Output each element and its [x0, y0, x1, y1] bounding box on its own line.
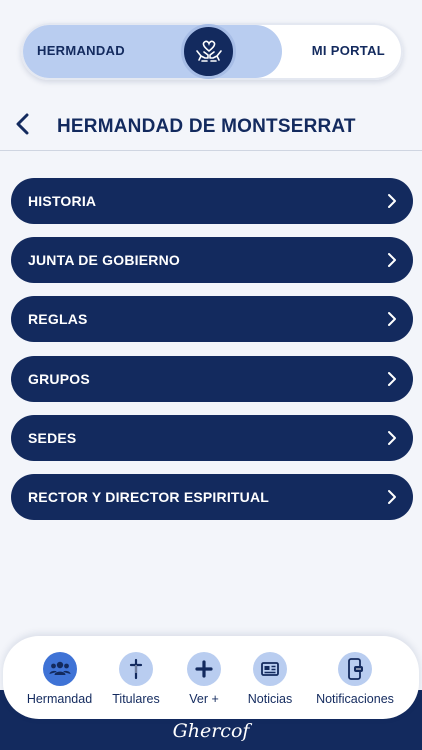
menu-item-label: SEDES: [28, 429, 77, 446]
tab-label: Notificaciones: [316, 692, 394, 706]
tab-hermandad[interactable]: Hermandad: [26, 652, 93, 706]
tab-label: Titulares: [112, 692, 160, 706]
toggle-mi-portal-label[interactable]: MI PORTAL: [312, 43, 385, 58]
cross-icon: [119, 652, 153, 686]
back-button[interactable]: [10, 110, 34, 138]
menu-item-label: GRUPOS: [28, 370, 90, 387]
tab-noticias[interactable]: Noticias: [244, 652, 296, 706]
toggle-knob[interactable]: [181, 24, 236, 79]
menu-item-grupos[interactable]: GRUPOS: [11, 355, 413, 402]
menu-item-label: JUNTA DE GOBIERNO: [28, 252, 180, 269]
bottom-tab-bar: Hermandad Titulares Ver + Noticias Notif…: [3, 636, 419, 719]
menu-item-sedes[interactable]: SEDES: [11, 414, 413, 461]
menu-item-label: HISTORIA: [28, 193, 97, 209]
tab-notificaciones[interactable]: Notificaciones: [311, 652, 399, 706]
tab-label: Hermandad: [26, 692, 93, 706]
chevron-right-icon: [388, 430, 396, 445]
menu-item-label: REGLAS: [28, 311, 88, 328]
tab-ver-mas[interactable]: Ver +: [184, 652, 224, 706]
page-title: HERMANDAD DE MONTSERRAT: [57, 116, 356, 137]
toggle-hermandad-label[interactable]: HERMANDAD: [37, 43, 125, 58]
menu-item-historia[interactable]: HISTORIA: [11, 178, 413, 224]
menu-item-reglas[interactable]: REGLAS: [11, 296, 413, 343]
menu-item-rector-y-director-espiritual[interactable]: RECTOR Y DIRECTOR ESPIRITUAL: [11, 473, 413, 520]
phone-notification-icon: [338, 652, 372, 686]
menu-list: HISTORIA JUNTA DE GOBIERNO REGLAS GRUPOS…: [11, 178, 413, 533]
brand-logo: Ghercof: [172, 720, 250, 742]
chevron-right-icon: [388, 194, 396, 208]
chevron-right-icon: [388, 371, 396, 386]
heart-hands-icon: [195, 40, 222, 62]
header: HERMANDAD DE MONTSERRAT: [0, 104, 422, 151]
plus-icon: [187, 652, 221, 686]
chevron-right-icon: [388, 312, 396, 327]
menu-item-label: RECTOR Y DIRECTOR ESPIRITUAL: [28, 488, 270, 505]
tab-titulares[interactable]: Titulares: [109, 652, 163, 706]
section-toggle[interactable]: HERMANDAD MI PORTAL: [21, 23, 403, 80]
chevron-left-icon: [16, 113, 29, 135]
menu-item-junta-de-gobierno[interactable]: JUNTA DE GOBIERNO: [11, 237, 413, 284]
tab-label: Noticias: [247, 692, 293, 706]
chevron-right-icon: [388, 253, 396, 268]
people-group-icon: [42, 652, 77, 686]
newspaper-icon: [253, 652, 287, 686]
chevron-right-icon: [388, 489, 396, 504]
tab-label: Ver +: [189, 692, 219, 706]
